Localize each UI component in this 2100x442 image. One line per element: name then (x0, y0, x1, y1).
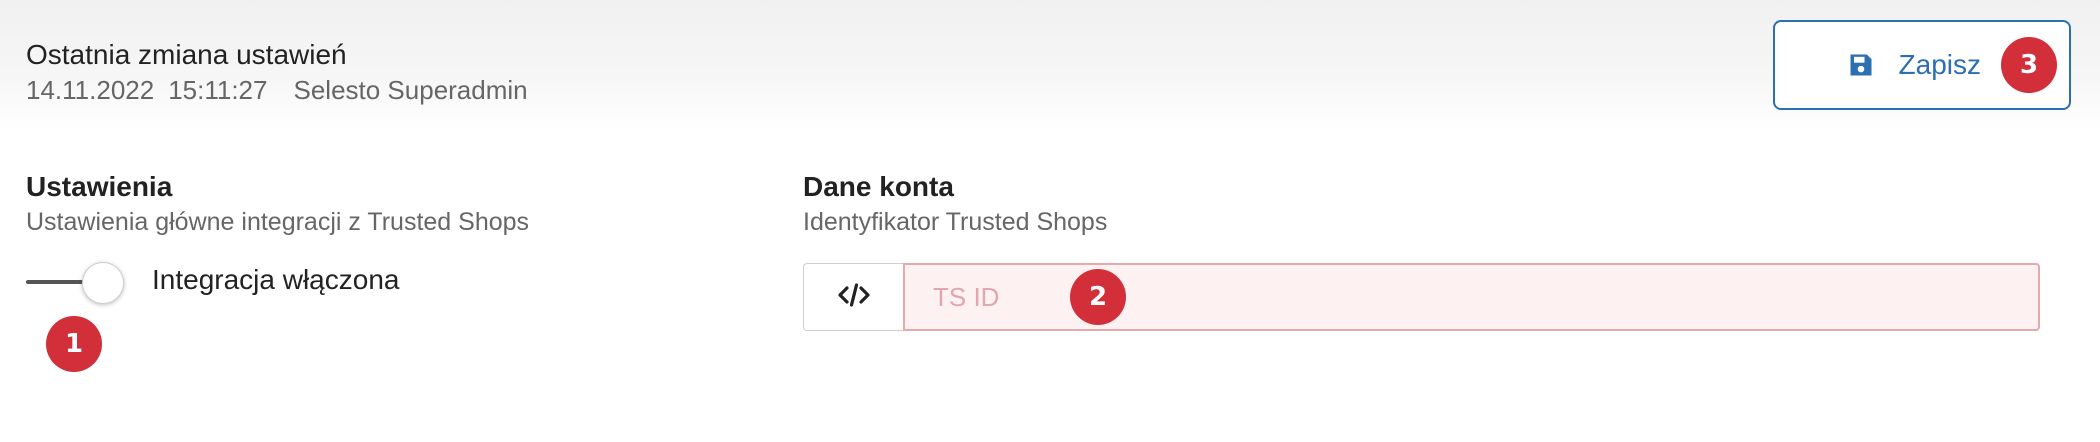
last-change-meta: 14.11.2022 15:11:27 Selesto Superadmin (26, 74, 542, 106)
save-button-label: Zapisz (1898, 49, 1981, 80)
marker-badge-3: 3 (2001, 37, 2057, 93)
integration-toggle-label: Integracja włączona (152, 264, 400, 295)
settings-heading: Ustawienia (26, 171, 173, 202)
marker-badge-2: 2 (1070, 269, 1126, 325)
account-description: Identyfikator Trusted Shops (803, 208, 1108, 236)
settings-description: Ustawienia główne integracji z Trusted S… (26, 208, 530, 236)
last-change-user: Selesto Superadmin (293, 75, 528, 105)
ts-id-input-group (803, 263, 2040, 331)
code-icon-addon (803, 263, 903, 331)
settings-section: Ustawienia Ustawienia główne integracji … (26, 170, 529, 238)
last-change-time: 15:11:27 (168, 75, 268, 105)
account-heading: Dane konta (803, 171, 954, 202)
code-icon (837, 282, 870, 313)
integration-toggle[interactable] (26, 262, 126, 304)
last-change-info: Ostatnia zmiana ustawień 14.11.2022 15:11… (26, 38, 542, 106)
floppy-disk-icon (1847, 51, 1875, 79)
last-change-title: Ostatnia zmiana ustawień (26, 39, 347, 70)
account-section: Dane konta Identyfikator Trusted Shops (803, 170, 1107, 238)
marker-badge-1: 1 (46, 316, 102, 372)
last-change-date: 14.11.2022 (26, 75, 155, 105)
toggle-knob (82, 262, 124, 304)
